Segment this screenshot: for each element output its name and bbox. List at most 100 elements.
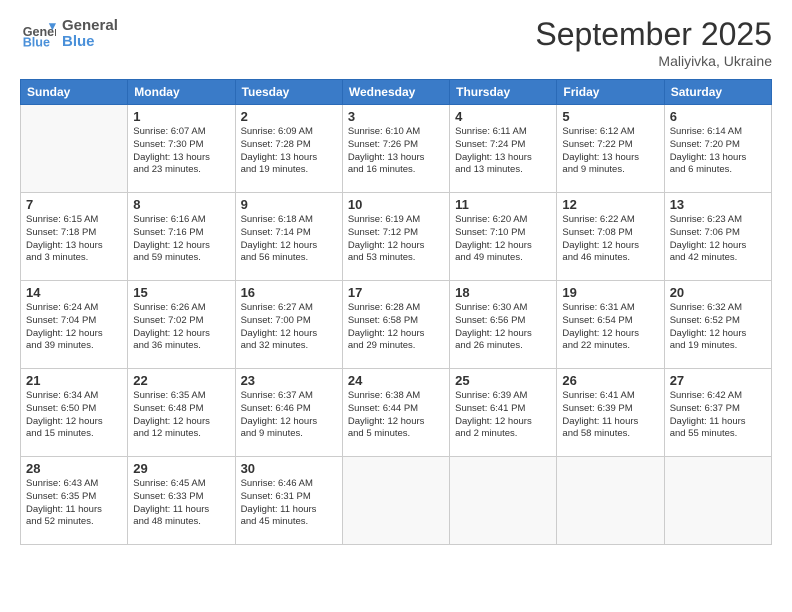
day-info: Sunrise: 6:16 AM Sunset: 7:16 PM Dayligh… bbox=[133, 214, 229, 265]
calendar-cell: 27 Sunrise: 6:42 AM Sunset: 6:37 PM Dayli… bbox=[664, 369, 771, 457]
day-info: Sunrise: 6:12 AM Sunset: 7:22 PM Dayligh… bbox=[562, 126, 658, 177]
calendar-cell: 19Sunrise: 6:31 AM Sunset: 6:54 PM Dayli… bbox=[557, 281, 664, 369]
calendar-cell: 18 Sunrise: 6:30 AM Sunset: 6:56 PM Dayli… bbox=[450, 281, 557, 369]
month-title: September 2025 bbox=[535, 16, 772, 53]
day-info: Sunrise: 6:32 AM Sunset: 6:52 PM Dayligh… bbox=[670, 302, 766, 353]
logo-line2: Blue bbox=[62, 34, 118, 51]
calendar-cell: 14 Sunrise: 6:24 AM Sunset: 7:04 PM Dayli… bbox=[21, 281, 128, 369]
day-header-monday: Monday bbox=[128, 80, 235, 105]
calendar-cell: 16 Sunrise: 6:27 AM Sunset: 7:00 PM Dayli… bbox=[235, 281, 342, 369]
day-header-sunday: Sunday bbox=[21, 80, 128, 105]
day-number: 8 bbox=[133, 197, 229, 212]
day-number: 23 bbox=[241, 373, 337, 388]
day-info: Sunrise: 6:42 AM Sunset: 6:37 PM Dayligh… bbox=[670, 390, 766, 441]
calendar-cell: 26 Sunrise: 6:41 AM Sunset: 6:39 PM Dayli… bbox=[557, 369, 664, 457]
calendar-cell: 30 Sunrise: 6:46 AM Sunset: 6:31 PM Dayli… bbox=[235, 457, 342, 545]
calendar-cell: 21Sunrise: 6:34 AM Sunset: 6:50 PM Dayli… bbox=[21, 369, 128, 457]
logo-icon: General Blue bbox=[20, 16, 56, 52]
day-info: Sunrise: 6:11 AM Sunset: 7:24 PM Dayligh… bbox=[455, 126, 551, 177]
logo: General Blue General Blue bbox=[20, 16, 118, 52]
day-info: Sunrise: 6:09 AM Sunset: 7:28 PM Dayligh… bbox=[241, 126, 337, 177]
week-row-4: 21Sunrise: 6:34 AM Sunset: 6:50 PM Dayli… bbox=[21, 369, 772, 457]
calendar-cell: 1 Sunrise: 6:07 AM Sunset: 7:30 PM Daylig… bbox=[128, 105, 235, 193]
day-number: 4 bbox=[455, 109, 551, 124]
day-number: 13 bbox=[670, 197, 766, 212]
day-info: Sunrise: 6:30 AM Sunset: 6:56 PM Dayligh… bbox=[455, 302, 551, 353]
calendar: SundayMondayTuesdayWednesdayThursdayFrid… bbox=[20, 79, 772, 545]
calendar-cell: 3 Sunrise: 6:10 AM Sunset: 7:26 PM Daylig… bbox=[342, 105, 449, 193]
day-number: 25 bbox=[455, 373, 551, 388]
day-number: 17 bbox=[348, 285, 444, 300]
day-info: Sunrise: 6:35 AM Sunset: 6:48 PM Dayligh… bbox=[133, 390, 229, 441]
day-number: 30 bbox=[241, 461, 337, 476]
day-number: 16 bbox=[241, 285, 337, 300]
calendar-cell bbox=[342, 457, 449, 545]
day-info: Sunrise: 6:45 AM Sunset: 6:33 PM Dayligh… bbox=[133, 478, 229, 529]
calendar-cell bbox=[557, 457, 664, 545]
day-number: 3 bbox=[348, 109, 444, 124]
calendar-cell: 22 Sunrise: 6:35 AM Sunset: 6:48 PM Dayli… bbox=[128, 369, 235, 457]
day-number: 11 bbox=[455, 197, 551, 212]
day-number: 1 bbox=[133, 109, 229, 124]
day-info: Sunrise: 6:38 AM Sunset: 6:44 PM Dayligh… bbox=[348, 390, 444, 441]
day-number: 15 bbox=[133, 285, 229, 300]
day-number: 7 bbox=[26, 197, 122, 212]
week-row-1: 1 Sunrise: 6:07 AM Sunset: 7:30 PM Daylig… bbox=[21, 105, 772, 193]
day-info: Sunrise: 6:26 AM Sunset: 7:02 PM Dayligh… bbox=[133, 302, 229, 353]
day-info: Sunrise: 6:28 AM Sunset: 6:58 PM Dayligh… bbox=[348, 302, 444, 353]
title-block: September 2025 Maliyivka, Ukraine bbox=[535, 16, 772, 69]
day-info: Sunrise: 6:24 AM Sunset: 7:04 PM Dayligh… bbox=[26, 302, 122, 353]
week-row-3: 14 Sunrise: 6:24 AM Sunset: 7:04 PM Dayli… bbox=[21, 281, 772, 369]
day-number: 18 bbox=[455, 285, 551, 300]
day-number: 6 bbox=[670, 109, 766, 124]
location: Maliyivka, Ukraine bbox=[535, 53, 772, 69]
day-info: Sunrise: 6:20 AM Sunset: 7:10 PM Dayligh… bbox=[455, 214, 551, 265]
day-info: Sunrise: 6:39 AM Sunset: 6:41 PM Dayligh… bbox=[455, 390, 551, 441]
calendar-cell: 15 Sunrise: 6:26 AM Sunset: 7:02 PM Dayli… bbox=[128, 281, 235, 369]
day-info: Sunrise: 6:31 AM Sunset: 6:54 PM Dayligh… bbox=[562, 302, 658, 353]
calendar-cell: 7 Sunrise: 6:15 AM Sunset: 7:18 PM Daylig… bbox=[21, 193, 128, 281]
day-info: Sunrise: 6:07 AM Sunset: 7:30 PM Dayligh… bbox=[133, 126, 229, 177]
day-number: 21 bbox=[26, 373, 122, 388]
day-info: Sunrise: 6:43 AM Sunset: 6:35 PM Dayligh… bbox=[26, 478, 122, 529]
day-info: Sunrise: 6:18 AM Sunset: 7:14 PM Dayligh… bbox=[241, 214, 337, 265]
day-info: Sunrise: 6:10 AM Sunset: 7:26 PM Dayligh… bbox=[348, 126, 444, 177]
calendar-cell bbox=[21, 105, 128, 193]
day-info: Sunrise: 6:15 AM Sunset: 7:18 PM Dayligh… bbox=[26, 214, 122, 265]
day-number: 9 bbox=[241, 197, 337, 212]
header: General Blue General Blue September 2025… bbox=[20, 16, 772, 69]
day-number: 26 bbox=[562, 373, 658, 388]
calendar-cell: 23 Sunrise: 6:37 AM Sunset: 6:46 PM Dayli… bbox=[235, 369, 342, 457]
calendar-cell: 10 Sunrise: 6:19 AM Sunset: 7:12 PM Dayli… bbox=[342, 193, 449, 281]
day-info: Sunrise: 6:23 AM Sunset: 7:06 PM Dayligh… bbox=[670, 214, 766, 265]
day-number: 20 bbox=[670, 285, 766, 300]
day-number: 12 bbox=[562, 197, 658, 212]
day-info: Sunrise: 6:37 AM Sunset: 6:46 PM Dayligh… bbox=[241, 390, 337, 441]
day-info: Sunrise: 6:27 AM Sunset: 7:00 PM Dayligh… bbox=[241, 302, 337, 353]
day-header-saturday: Saturday bbox=[664, 80, 771, 105]
day-number: 24 bbox=[348, 373, 444, 388]
week-row-5: 28 Sunrise: 6:43 AM Sunset: 6:35 PM Dayli… bbox=[21, 457, 772, 545]
day-info: Sunrise: 6:41 AM Sunset: 6:39 PM Dayligh… bbox=[562, 390, 658, 441]
day-header-thursday: Thursday bbox=[450, 80, 557, 105]
calendar-cell: 24 Sunrise: 6:38 AM Sunset: 6:44 PM Dayli… bbox=[342, 369, 449, 457]
day-number: 10 bbox=[348, 197, 444, 212]
day-number: 29 bbox=[133, 461, 229, 476]
calendar-cell: 13 Sunrise: 6:23 AM Sunset: 7:06 PM Dayli… bbox=[664, 193, 771, 281]
calendar-cell: 4 Sunrise: 6:11 AM Sunset: 7:24 PM Daylig… bbox=[450, 105, 557, 193]
calendar-cell: 9 Sunrise: 6:18 AM Sunset: 7:14 PM Daylig… bbox=[235, 193, 342, 281]
day-number: 27 bbox=[670, 373, 766, 388]
day-number: 22 bbox=[133, 373, 229, 388]
calendar-cell: 25 Sunrise: 6:39 AM Sunset: 6:41 PM Dayli… bbox=[450, 369, 557, 457]
day-info: Sunrise: 6:46 AM Sunset: 6:31 PM Dayligh… bbox=[241, 478, 337, 529]
day-number: 28 bbox=[26, 461, 122, 476]
day-info: Sunrise: 6:19 AM Sunset: 7:12 PM Dayligh… bbox=[348, 214, 444, 265]
calendar-cell: 6Sunrise: 6:14 AM Sunset: 7:20 PM Daylig… bbox=[664, 105, 771, 193]
calendar-cell: 8 Sunrise: 6:16 AM Sunset: 7:16 PM Daylig… bbox=[128, 193, 235, 281]
day-number: 2 bbox=[241, 109, 337, 124]
day-header-friday: Friday bbox=[557, 80, 664, 105]
calendar-cell: 29 Sunrise: 6:45 AM Sunset: 6:33 PM Dayli… bbox=[128, 457, 235, 545]
day-number: 14 bbox=[26, 285, 122, 300]
calendar-cell: 12Sunrise: 6:22 AM Sunset: 7:08 PM Dayli… bbox=[557, 193, 664, 281]
day-header-tuesday: Tuesday bbox=[235, 80, 342, 105]
